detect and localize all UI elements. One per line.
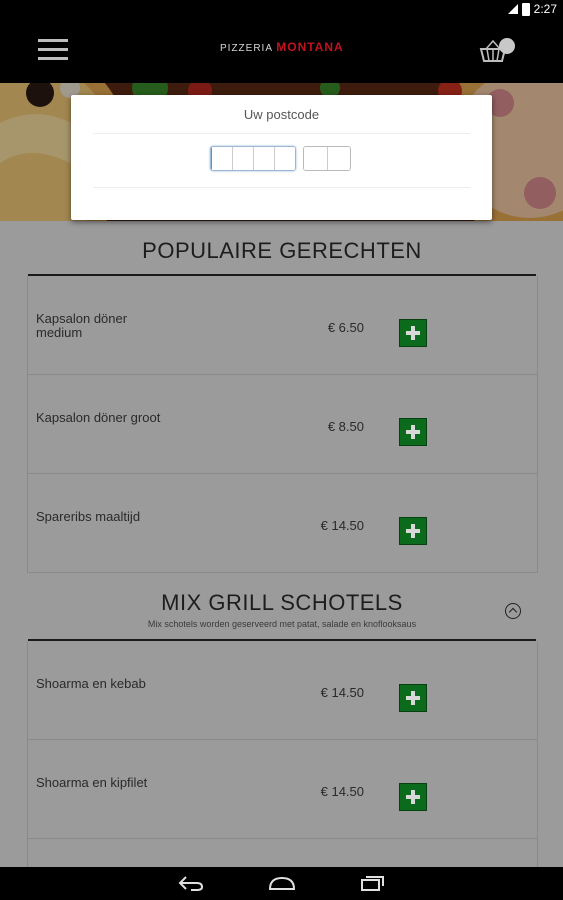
menu-item[interactable]: Shoarma en kebab € 14.50: [28, 641, 537, 740]
menu-item[interactable]: Spareribs maaltijd € 14.50: [28, 474, 537, 573]
menu-item[interactable]: Kapsalon döner groot € 8.50: [28, 375, 537, 474]
item-name: Kapsalon döner medium: [36, 311, 128, 340]
plus-icon[interactable]: [399, 517, 427, 545]
signal-icon: [507, 4, 518, 14]
item-price: € 14.50: [320, 685, 364, 700]
postcode-digit-1[interactable]: [211, 147, 233, 170]
postcode-letter-1[interactable]: [304, 147, 328, 170]
section-title-popular: POPULAIRE GERECHTEN: [142, 238, 422, 263]
plus-icon[interactable]: [399, 319, 427, 347]
item-name: Shoarma en kebab: [36, 676, 146, 691]
postcode-title: Uw postcode: [243, 107, 320, 122]
recents-icon[interactable]: [358, 873, 386, 893]
postcode-digit-2[interactable]: [233, 147, 254, 170]
menu-content: POPULAIRE GERECHTEN Kapsalon döner mediu…: [0, 221, 563, 867]
item-name: Shoarma en kipfilet: [36, 775, 148, 790]
battery-icon: [521, 2, 530, 16]
plus-icon[interactable]: [399, 684, 427, 712]
postcode-letters-input[interactable]: [303, 146, 351, 171]
postcode-letter-2[interactable]: [327, 147, 350, 170]
chevron-up-circle-icon[interactable]: [505, 603, 521, 619]
item-price: € 8.50: [327, 419, 364, 434]
status-bar: 2:27: [0, 0, 563, 20]
home-icon[interactable]: [268, 873, 296, 893]
item-price: € 14.50: [320, 784, 364, 799]
menu-item-partial[interactable]: [28, 839, 537, 867]
back-icon[interactable]: [177, 873, 205, 893]
status-icons: 2:27: [507, 2, 557, 16]
section-title-mix-grill: MIX GRILL SCHOTELS: [161, 590, 403, 615]
divider: [93, 133, 470, 134]
section-subtitle-mix-grill: Mix schotels worden geserveerd met patat…: [147, 619, 417, 629]
hamburger-icon[interactable]: [38, 39, 68, 61]
item-name: Spareribs maaltijd: [36, 509, 141, 524]
system-navigation-bar: [0, 867, 563, 900]
divider: [93, 187, 470, 188]
item-name: Kapsalon döner groot: [36, 410, 161, 425]
postcode-dialog: Uw postcode: [71, 95, 492, 220]
item-price: € 14.50: [320, 518, 364, 533]
logo-prefix: PIZZERIA: [220, 43, 273, 54]
postcode-digits-input[interactable]: [210, 146, 296, 171]
logo-brand: MONTANA: [276, 40, 344, 54]
item-price: € 6.50: [327, 320, 364, 335]
basket-icon[interactable]: [478, 34, 520, 68]
app-bar: PIZZERIA MONTANA: [0, 20, 563, 83]
menu-item[interactable]: Kapsalon döner medium € 6.50: [28, 276, 537, 375]
postcode-digit-3[interactable]: [254, 147, 275, 170]
mix-grill-items-list: Shoarma en kebab € 14.50 Shoarma en kipf…: [27, 641, 538, 867]
plus-icon[interactable]: [399, 783, 427, 811]
plus-icon[interactable]: [399, 418, 427, 446]
status-time: 2:27: [533, 2, 557, 16]
postcode-digit-4[interactable]: [275, 147, 295, 170]
logo[interactable]: PIZZERIA MONTANA: [220, 40, 344, 54]
menu-item[interactable]: Shoarma en kipfilet € 14.50: [28, 740, 537, 839]
popular-items-list: Kapsalon döner medium € 6.50 Kapsalon dö…: [27, 276, 538, 573]
